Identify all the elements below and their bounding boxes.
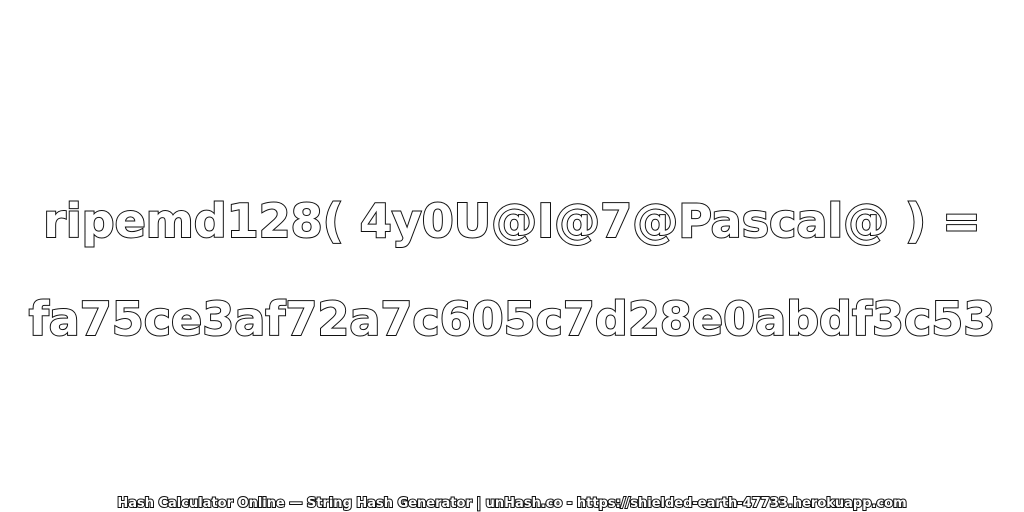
hash-expression-text: ripemd128( 4y0U@I@7@Pascal@ ) = bbox=[42, 193, 982, 249]
hash-image-canvas: ripemd128( 4y0U@I@7@Pascal@ ) = fa75ce3a… bbox=[0, 0, 1024, 512]
footer-credit-text: Hash Calculator Online — String Hash Gen… bbox=[116, 495, 907, 512]
hash-digest-text: fa75ce3af72a7c605c7d28e0abdf3c53 bbox=[28, 291, 997, 347]
